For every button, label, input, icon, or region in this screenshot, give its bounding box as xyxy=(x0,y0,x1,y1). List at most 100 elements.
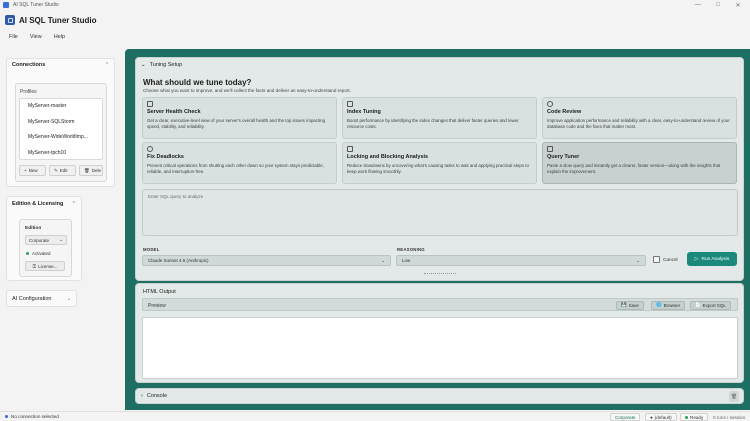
card-description: Improve application performance and reli… xyxy=(547,118,730,129)
save-icon: 💾 xyxy=(621,302,627,307)
console-panel: › Console 🗑 xyxy=(135,388,744,404)
tuning-setup-title: Tuning Setup xyxy=(149,62,183,68)
license-label: License... xyxy=(38,263,58,269)
app-window-icon xyxy=(3,2,9,8)
chevron-down-icon: ⌄ xyxy=(636,257,640,263)
edition-panel: Edition & Licensing ⌃ Edition Corporate … xyxy=(6,196,82,281)
globe-icon: 🌐 xyxy=(656,302,662,307)
tuning-subtitle: Choose what you want to improve, and we'… xyxy=(143,88,351,93)
card-index-tuning[interactable]: Index Tuning Boost performance by identi… xyxy=(342,97,537,139)
chevron-up-icon[interactable]: ⌃ xyxy=(72,201,76,207)
shield-icon xyxy=(147,146,153,152)
ai-config-header[interactable]: AI Configuration ⌄ xyxy=(7,291,76,307)
run-analysis-button[interactable]: ▷ Run Analysis xyxy=(687,252,737,266)
profile-buttons: + New ✎ Edit 🗑 Dele xyxy=(19,165,103,176)
save-label: Save xyxy=(628,302,639,308)
resize-grip[interactable] xyxy=(424,273,456,275)
connection-status-icon xyxy=(5,415,8,418)
code-braces-icon xyxy=(547,101,553,107)
connections-header[interactable]: Connections ⌃ xyxy=(7,59,114,71)
card-locking-blocking[interactable]: Locking and Blocking Analysis Reduce slo… xyxy=(342,142,537,184)
app-title: AI SQL Tuner Studio xyxy=(19,15,97,25)
card-description: Boost performance by identifying the ind… xyxy=(347,118,519,129)
edition-value: Corporate xyxy=(29,237,50,243)
model-label: MODEL xyxy=(143,247,160,252)
profile-item[interactable]: MyServer-SQLStorm xyxy=(20,115,102,131)
key-icon: ⚿ xyxy=(32,263,37,269)
menu-help[interactable]: Help xyxy=(54,32,65,42)
connections-panel: Connections ⌃ Profiles MyServer-master M… xyxy=(6,58,115,187)
plus-icon: + xyxy=(24,168,27,173)
cancel-button[interactable]: Cancel xyxy=(653,254,678,265)
user-badge: ● (default) xyxy=(645,413,677,421)
edition-badge-text: Corporate xyxy=(615,414,636,420)
menubar: File View Help xyxy=(9,32,65,42)
card-title: Fix Deadlocks xyxy=(147,154,184,160)
card-description: Reduce slowdowns by uncovering what's ca… xyxy=(347,163,529,174)
app-header: AI SQL Tuner Studio xyxy=(5,14,96,26)
activation-label: Activated xyxy=(32,251,51,256)
delete-label: Dele xyxy=(91,168,101,173)
delete-profile-button[interactable]: 🗑 Dele xyxy=(79,165,103,176)
window-titlebar: AI SQL Tuner Studio — □ ✕ xyxy=(0,0,750,10)
card-title: Server Health Check xyxy=(147,109,201,115)
card-code-review[interactable]: Code Review Improve application performa… xyxy=(542,97,737,139)
export-sql-label: Export SQL xyxy=(702,302,726,308)
ai-config-panel[interactable]: AI Configuration ⌄ xyxy=(6,290,77,307)
connection-status: No connection selected xyxy=(5,414,59,419)
save-button[interactable]: 💾 Save xyxy=(616,300,644,310)
edit-profile-button[interactable]: ✎ Edit xyxy=(49,165,76,176)
menu-view[interactable]: View xyxy=(30,32,42,42)
user-badge-text: (default) xyxy=(654,414,672,420)
preview-area[interactable] xyxy=(142,317,738,379)
minimize-icon[interactable]: — xyxy=(688,0,708,10)
profiles-list[interactable]: MyServer-master MyServer-SQLStorm MyServ… xyxy=(19,98,103,160)
console-title: Console xyxy=(146,393,168,399)
edition-group: Edition Corporate ⌄ Activated ⚿ License.… xyxy=(19,219,72,277)
user-icon: ● xyxy=(650,414,653,420)
card-query-tuner[interactable]: Query Tuner Paste a slow query and insta… xyxy=(542,142,737,184)
card-fix-deadlocks[interactable]: Fix Deadlocks Prevent critical operation… xyxy=(142,142,337,184)
maximize-icon[interactable]: □ xyxy=(708,0,728,10)
reasoning-select[interactable]: Low ⌄ xyxy=(396,255,646,266)
connections-title: Connections xyxy=(12,62,46,68)
profile-item[interactable]: MyServer-master xyxy=(20,99,102,115)
new-profile-button[interactable]: + New xyxy=(19,165,46,176)
clear-console-button[interactable]: 🗑 xyxy=(729,391,739,402)
browser-button[interactable]: 🌐 Browser xyxy=(651,300,686,310)
checkbox-icon xyxy=(653,256,660,263)
profile-item[interactable]: MyServer-tpch10 xyxy=(20,146,102,162)
card-title: Locking and Blocking Analysis xyxy=(347,154,429,160)
edit-label: Edit xyxy=(59,168,68,173)
file-export-icon: 📄 xyxy=(695,302,701,307)
chevron-up-icon[interactable]: ⌃ xyxy=(105,62,109,68)
model-select[interactable]: Claude Sonnet 4.6 (Anthropic) ⌄ xyxy=(142,255,391,266)
run-analysis-label: Run Analysis xyxy=(701,256,730,262)
card-server-health-check[interactable]: Server Health Check Get a clear, executi… xyxy=(142,97,337,139)
edition-select[interactable]: Corporate ⌄ xyxy=(25,235,67,245)
close-icon[interactable]: ✕ xyxy=(728,0,748,10)
edition-label: Edition xyxy=(25,226,42,231)
chevron-right-icon[interactable]: › xyxy=(141,393,143,399)
license-button[interactable]: ⚿ License... xyxy=(25,261,65,271)
activation-status: Activated xyxy=(26,251,51,256)
edition-header[interactable]: Edition & Licensing ⌃ xyxy=(7,197,81,211)
sql-query-input[interactable] xyxy=(143,190,737,235)
chevron-down-icon[interactable]: ⌄ xyxy=(67,296,71,302)
tuning-question: What should we tune today? xyxy=(143,78,252,87)
new-label: New xyxy=(28,168,38,173)
ready-badge: Ready xyxy=(680,413,709,421)
profiles-label: Profiles xyxy=(20,89,37,95)
status-bar: No connection selected Corporate ● (defa… xyxy=(0,411,750,421)
console-header[interactable]: › Console xyxy=(141,393,167,399)
tuning-setup-header[interactable]: ⌄ Tuning Setup xyxy=(141,62,182,68)
ready-status-icon xyxy=(685,415,688,419)
menu-file[interactable]: File xyxy=(9,32,18,42)
trash-icon: 🗑 xyxy=(84,167,90,173)
export-sql-button[interactable]: 📄 Export SQL xyxy=(690,300,731,310)
card-description: Prevent critical operations from shuttin… xyxy=(147,163,324,174)
preview-label: Preview xyxy=(148,302,166,309)
chevron-down-icon[interactable]: ⌄ xyxy=(141,62,146,68)
profile-item[interactable]: MyServer-WideWorldImp... xyxy=(20,130,102,146)
profiles-group: Profiles MyServer-master MyServer-SQLSto… xyxy=(15,83,107,182)
